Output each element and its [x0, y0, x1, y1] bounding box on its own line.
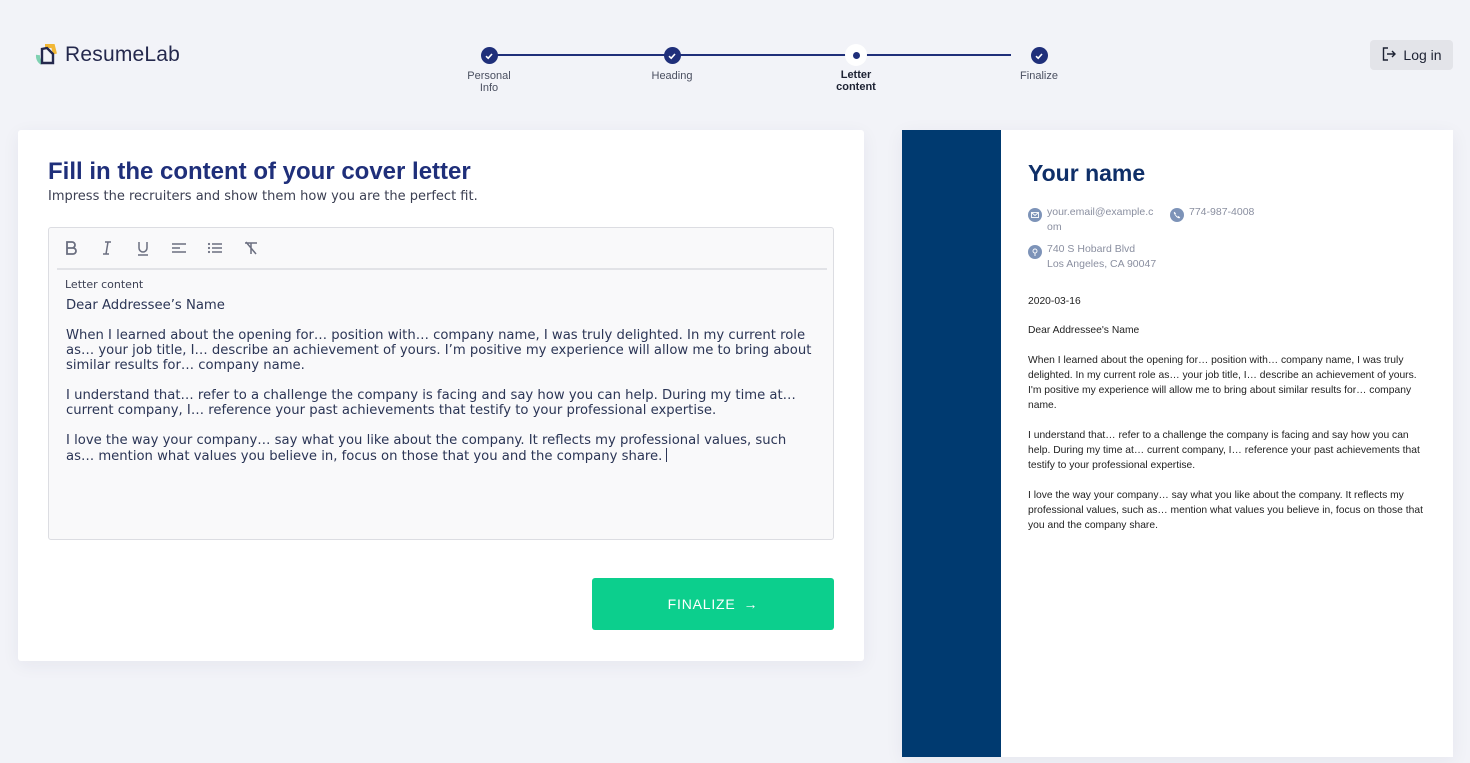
- preview-phone: 774-987-4008: [1189, 206, 1255, 218]
- editor-label: Letter content: [65, 278, 144, 291]
- italic-icon[interactable]: [99, 240, 115, 256]
- clear-format-icon[interactable]: [243, 240, 259, 256]
- preview-accent-sidebar: [902, 130, 1001, 757]
- resumelab-logo[interactable]: ResumeLab: [33, 42, 180, 68]
- letter-text-area[interactable]: Dear Addressee’s Name When I learned abo…: [66, 298, 813, 479]
- step-heading[interactable]: Heading: [622, 44, 722, 82]
- step-label: Finalize: [1020, 70, 1058, 82]
- login-button[interactable]: Log in: [1370, 40, 1453, 70]
- arrow-right-icon: →: [743, 596, 759, 612]
- step-label: Heading: [651, 70, 693, 82]
- step-label: Letter content: [836, 69, 876, 93]
- preview-letter-body: Dear Addressee's Name When I learned abo…: [1028, 323, 1431, 533]
- stepper-track: [489, 54, 1011, 56]
- step-finalize[interactable]: Finalize: [989, 44, 1089, 82]
- preview-content: Your name your.email@example.com 774-987…: [1028, 160, 1431, 548]
- page-title: Fill in the content of your cover letter: [48, 158, 471, 185]
- step-label: Personal Info: [467, 70, 511, 94]
- editor-paragraph-last: I love the way your company… say what yo…: [66, 433, 787, 464]
- logo-mark-icon: [33, 42, 59, 68]
- letter-content-editor[interactable]: Letter content Dear Addressee’s Name Whe…: [48, 227, 834, 540]
- underline-icon[interactable]: [135, 240, 151, 256]
- page-subtitle: Impress the recruiters and show them how…: [48, 189, 478, 204]
- phone-icon: [1170, 208, 1184, 222]
- preview-contact-row: 740 S Hobard Blvd Los Angeles, CA 90047: [1028, 242, 1431, 272]
- editor-paragraph: I understand that… refer to a challenge …: [66, 388, 796, 418]
- preview-contacts: your.email@example.com 774-987-4008 740 …: [1028, 205, 1431, 272]
- location-icon: [1028, 245, 1042, 259]
- bullet-list-icon[interactable]: [207, 240, 223, 256]
- login-label: Log in: [1403, 47, 1442, 63]
- check-icon: [1030, 47, 1048, 64]
- preview-name: Your name: [1028, 160, 1146, 186]
- editor-paragraph: Dear Addressee’s Name: [66, 298, 225, 313]
- preview-paragraph: When I learned about the opening for… po…: [1028, 355, 1417, 411]
- editor-toolbar: [57, 228, 827, 270]
- cover-letter-form-card: Fill in the content of your cover letter…: [18, 130, 864, 661]
- preview-paragraph: I love the way your company… say what yo…: [1028, 490, 1423, 531]
- check-icon: [663, 47, 681, 64]
- preview-contact-row: your.email@example.com 774-987-4008: [1028, 205, 1431, 235]
- finalize-label: FINALIZE: [667, 596, 736, 612]
- current-step-dot-icon: [845, 44, 867, 66]
- step-personal-info[interactable]: Personal Info: [439, 44, 539, 94]
- bold-icon[interactable]: [63, 240, 79, 256]
- align-left-icon[interactable]: [171, 240, 187, 256]
- email-icon: [1028, 208, 1042, 222]
- text-caret: [666, 448, 668, 462]
- preview-address: 740 S Hobard Blvd Los Angeles, CA 90047: [1047, 243, 1157, 270]
- preview-paragraph: I understand that… refer to a challenge …: [1028, 430, 1420, 471]
- check-icon: [480, 47, 498, 64]
- preview-email: your.email@example.com: [1047, 206, 1154, 233]
- preview-date: 2020-03-16: [1028, 296, 1081, 307]
- finalize-button[interactable]: FINALIZE →: [592, 578, 834, 630]
- preview-greeting: Dear Addressee's Name: [1028, 325, 1140, 336]
- editor-paragraph: When I learned about the opening for… po…: [66, 328, 812, 373]
- step-letter-content[interactable]: Letter content: [806, 44, 906, 93]
- login-icon: [1381, 46, 1397, 65]
- brand-name: ResumeLab: [65, 43, 181, 66]
- progress-stepper: Personal Info Heading Letter content Final…: [450, 44, 1090, 104]
- cover-letter-preview[interactable]: Your name your.email@example.com 774-987…: [902, 130, 1453, 757]
